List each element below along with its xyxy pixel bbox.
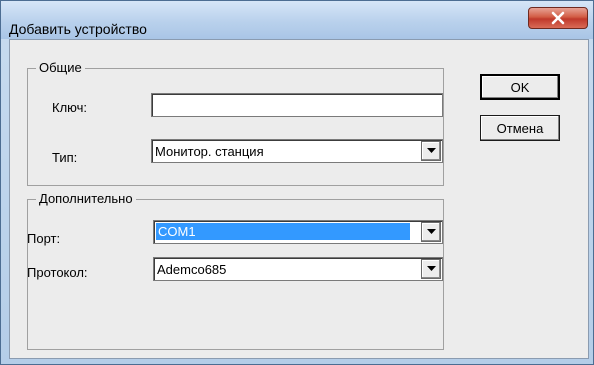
type-select-dropdown-button[interactable] bbox=[421, 141, 441, 161]
chevron-down-icon bbox=[426, 148, 436, 153]
dialog-window: Добавить устройство Общие Ключ: Тип: Мон… bbox=[0, 0, 594, 365]
type-select-value: Монитор. станция bbox=[155, 144, 264, 159]
protocol-select[interactable]: Ademco685 bbox=[153, 257, 443, 281]
dialog-body: Общие Ключ: Тип: Монитор. станция Дополн… bbox=[9, 39, 589, 359]
protocol-label: Протокол: bbox=[27, 265, 88, 280]
port-select-value: COM1 bbox=[156, 223, 410, 240]
type-select[interactable]: Монитор. станция bbox=[151, 139, 443, 163]
port-select-dropdown-button[interactable] bbox=[421, 222, 441, 242]
title-bar[interactable]: Добавить устройство bbox=[1, 1, 593, 39]
chevron-down-icon bbox=[426, 229, 436, 234]
cancel-button[interactable]: Отмена bbox=[480, 115, 560, 141]
port-label: Порт: bbox=[27, 231, 61, 246]
chevron-down-icon bbox=[426, 266, 436, 271]
extra-group-legend: Дополнительно bbox=[36, 191, 136, 206]
protocol-select-dropdown-button[interactable] bbox=[421, 259, 441, 279]
key-input[interactable] bbox=[151, 93, 443, 117]
type-label: Тип: bbox=[52, 150, 78, 165]
key-label: Ключ: bbox=[52, 100, 88, 115]
protocol-select-value: Ademco685 bbox=[157, 262, 227, 277]
close-icon bbox=[551, 11, 565, 25]
ok-button[interactable]: OK bbox=[480, 74, 560, 100]
close-button[interactable] bbox=[528, 7, 588, 29]
port-select[interactable]: COM1 bbox=[153, 220, 443, 244]
general-group-legend: Общие bbox=[36, 60, 85, 75]
general-group: Общие bbox=[27, 60, 444, 186]
window-title: Добавить устройство bbox=[9, 21, 147, 37]
